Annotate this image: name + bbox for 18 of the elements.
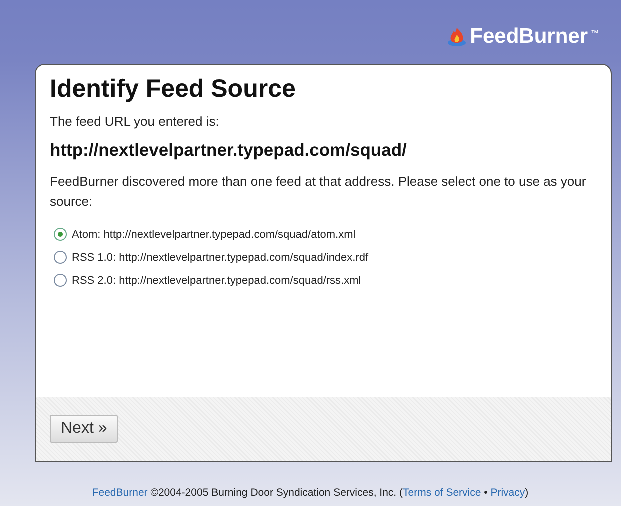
radio-button[interactable] — [54, 251, 67, 264]
logo-text: FeedBurner — [470, 25, 588, 49]
radio-button[interactable] — [54, 228, 67, 241]
message-text: FeedBurner discovered more than one feed at that address. Please select one to use as your source: — [50, 173, 588, 211]
brand-link[interactable]: FeedBurner — [92, 487, 148, 499]
flame-icon — [447, 27, 468, 47]
page-title: Identify Feed Source — [50, 75, 297, 104]
trademark: ™ — [591, 29, 599, 38]
footer-text: FeedBurner ©2004-2005 Burning Door Syndication Services, Inc. (Terms of Service • Privacy) — [91, 487, 530, 499]
radio-button[interactable] — [54, 274, 67, 287]
intro-text: The feed URL you entered is: — [50, 114, 220, 129]
option-label[interactable]: RSS 1.0: http://nextlevelpartner.typepad.com/squad/index.rdf — [72, 252, 369, 264]
feed-url: http://nextlevelpartner.typepad.com/squad/ — [50, 140, 408, 161]
next-button[interactable]: Next » — [50, 415, 118, 443]
privacy-link[interactable]: Privacy — [490, 487, 526, 499]
terms-link[interactable]: Terms of Service — [403, 487, 482, 499]
option-label[interactable]: Atom: http://nextlevelpartner.typepad.com/squad/atom.xml — [72, 228, 356, 240]
option-label[interactable]: RSS 2.0: http://nextlevelpartner.typepad.com/squad/rss.xml — [72, 274, 362, 286]
